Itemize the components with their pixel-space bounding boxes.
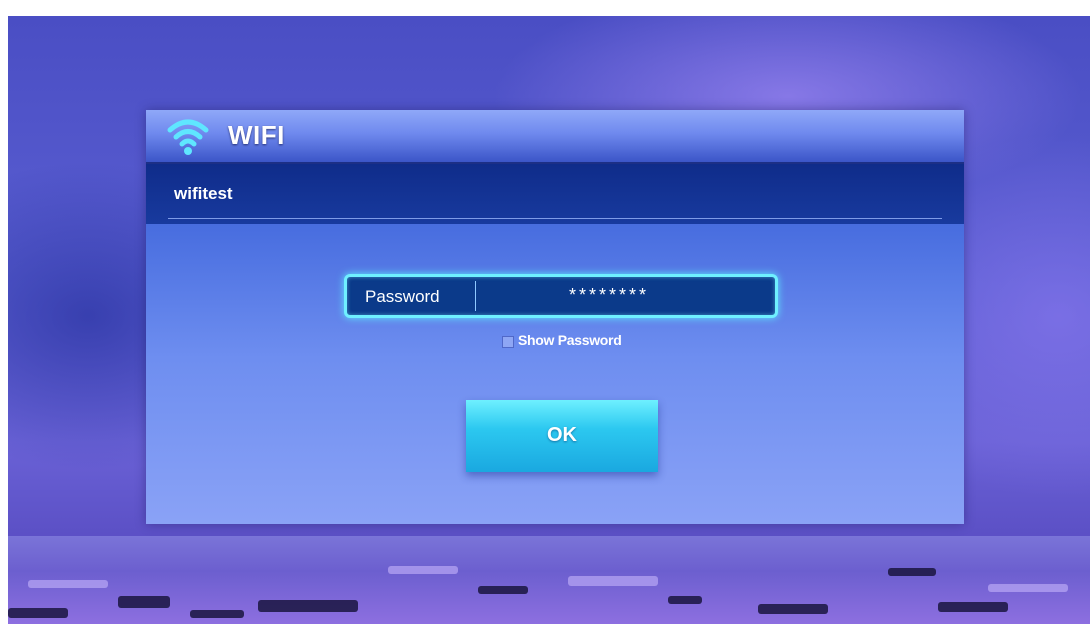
password-input[interactable]: ******** — [569, 285, 649, 306]
dialog-titlebar: WIFI — [146, 110, 964, 164]
password-label: Password — [365, 287, 440, 306]
tv-screen: WIFI wifitest Password ******** Show Pas… — [8, 16, 1090, 624]
show-password-label: Show Password — [518, 332, 622, 348]
ok-button[interactable]: OK — [466, 400, 658, 472]
divider — [168, 218, 942, 219]
background-floor — [8, 536, 1090, 624]
password-field-separator — [475, 281, 476, 311]
show-password-checkbox[interactable] — [502, 336, 514, 348]
network-panel: wifitest — [146, 164, 964, 224]
wifi-icon — [167, 119, 209, 155]
password-field[interactable]: Password ******** — [344, 274, 778, 318]
wifi-dialog: WIFI wifitest Password ******** Show Pas… — [146, 110, 964, 524]
network-name: wifitest — [174, 184, 233, 203]
ok-button-label: OK — [547, 424, 577, 446]
dialog-title: WIFI — [228, 120, 285, 150]
